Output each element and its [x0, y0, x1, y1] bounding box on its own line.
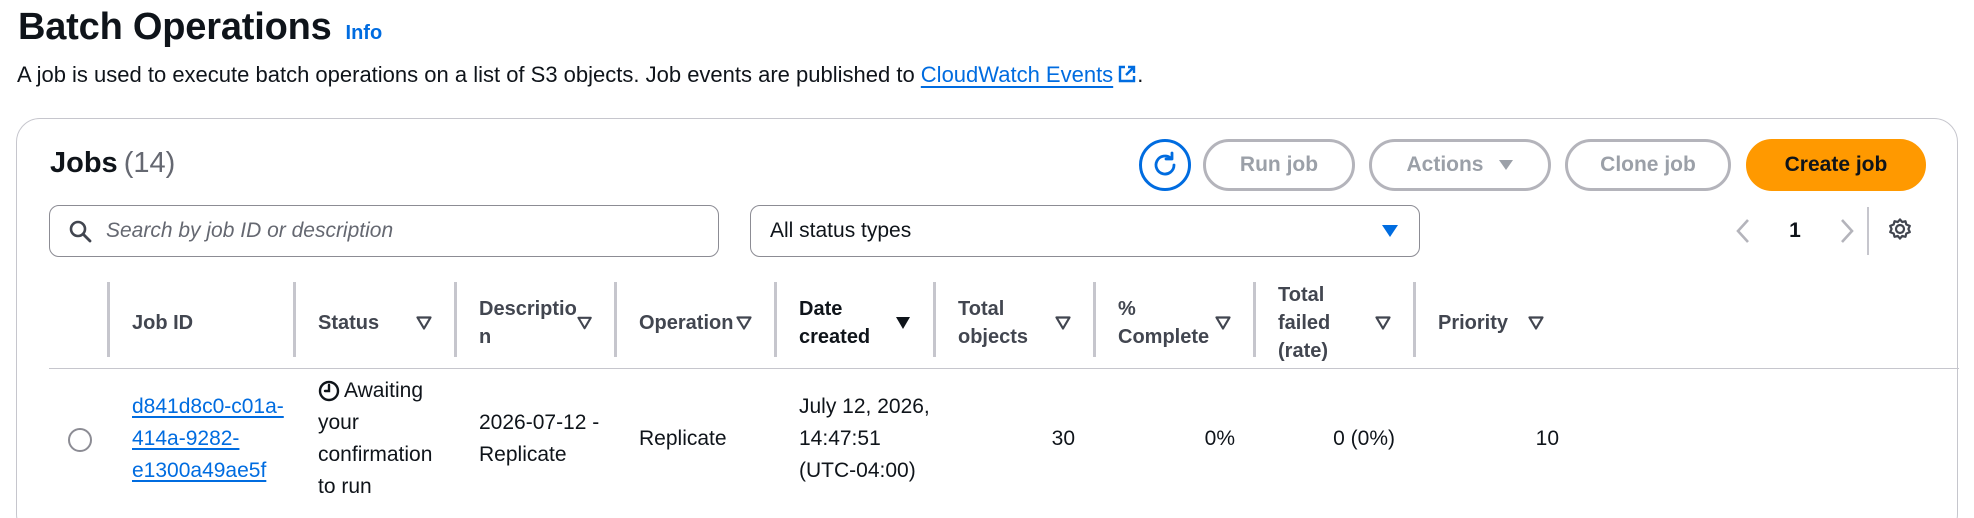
description-text: A job is used to execute batch operation… [17, 62, 921, 87]
caret-down-icon [1498, 160, 1513, 170]
page-title: Batch Operations [18, 6, 332, 48]
column-label: Status [318, 312, 380, 334]
table-row: d841d8c0-c01a- 414a-9282- e1300a49ae5f A… [49, 369, 1959, 509]
sort-icon [1528, 316, 1544, 330]
jobs-container: Jobs (14) Run job Actions Clone job Creat… [16, 118, 1959, 518]
search-placeholder: Search by job ID or description [106, 219, 394, 242]
clone-job-button[interactable]: Clone job [1565, 139, 1731, 191]
column-label: Total failed (rate) [1278, 284, 1331, 362]
refresh-icon [1154, 151, 1176, 176]
refresh-button[interactable] [1139, 139, 1191, 191]
run-job-button[interactable]: Run job [1203, 139, 1355, 191]
sort-icon [1055, 316, 1071, 330]
column-header-total-failed[interactable]: Total failed (rate) [1253, 277, 1413, 369]
date-created-value: July 12, 2026, 14:47:51 (UTC-04:00) [799, 395, 930, 482]
clock-icon [318, 380, 340, 402]
search-input[interactable]: Search by job ID or description [49, 205, 719, 257]
gear-icon[interactable] [1885, 214, 1915, 244]
table-header: Job ID Status Descriptio n Operation Dat… [49, 277, 1959, 369]
sort-icon [577, 316, 592, 330]
chevron-left-icon[interactable] [1735, 218, 1751, 244]
column-label: Priority [1438, 312, 1509, 334]
row-select-radio[interactable] [68, 428, 92, 452]
column-label: Descriptio n [479, 298, 577, 348]
sort-icon [1215, 316, 1231, 330]
pagination: 1 [1735, 211, 1855, 251]
total-objects-value: 30 [1051, 427, 1075, 450]
sort-icon [1375, 316, 1391, 330]
actions-button-label: Actions [1406, 153, 1484, 176]
actions-button[interactable]: Actions [1369, 139, 1551, 191]
job-id-link[interactable]: d841d8c0-c01a- 414a-9282- e1300a49ae5f [132, 391, 284, 487]
column-label: Job ID [132, 312, 194, 334]
sort-icon [736, 316, 752, 330]
column-header-status[interactable]: Status [293, 277, 454, 369]
jobs-table: Job ID Status Descriptio n Operation Dat… [49, 277, 1959, 509]
percent-complete-cell: 0% [1093, 369, 1235, 509]
priority-cell: 10 [1413, 369, 1559, 509]
sort-descending-icon [896, 317, 910, 329]
column-header-priority[interactable]: Priority [1413, 277, 1566, 369]
jobs-heading: Jobs (14) [50, 147, 175, 180]
column-header-job-id[interactable]: Job ID [107, 277, 293, 369]
pagination-divider [1867, 207, 1869, 255]
status-cell: Awaiting your confirmation to run [318, 369, 448, 509]
job-id-cell: d841d8c0-c01a- 414a-9282- e1300a49ae5f [132, 369, 292, 509]
cloudwatch-events-link[interactable]: CloudWatch Events [921, 62, 1137, 87]
jobs-count: (14) [123, 147, 176, 179]
description-period: . [1137, 62, 1144, 87]
priority-value: 10 [1535, 427, 1559, 450]
column-label: Total objects [958, 298, 1029, 348]
page-header: Batch Operations Info [18, 6, 382, 49]
percent-complete-value: 0% [1204, 427, 1235, 450]
sort-icon [416, 316, 432, 330]
total-failed-cell: 0 (0%) [1253, 369, 1395, 509]
current-page-number[interactable]: 1 [1789, 219, 1801, 243]
page-description: A job is used to execute batch operation… [17, 62, 1143, 88]
date-created-cell: July 12, 2026, 14:47:51 (UTC-04:00) [799, 369, 949, 509]
status-filter-value: All status types [770, 219, 912, 242]
jobs-title: Jobs [50, 147, 118, 179]
create-job-button[interactable]: Create job [1746, 139, 1926, 191]
info-link[interactable]: Info [346, 22, 383, 45]
chevron-right-icon[interactable] [1839, 218, 1855, 244]
column-header-total-objects[interactable]: Total objects [933, 277, 1093, 369]
column-header-date-created[interactable]: Date created [774, 277, 933, 369]
operation-cell: Replicate [639, 369, 779, 509]
column-header-description[interactable]: Descriptio n [454, 277, 614, 369]
operation-value: Replicate [639, 427, 727, 450]
column-label: Operation [639, 312, 734, 334]
status-value: Awaiting your confirmation to run [318, 375, 432, 503]
description-cell: 2026-07-12 - Replicate [479, 369, 619, 509]
description-value: 2026-07-12 - Replicate [479, 411, 600, 466]
column-header-operation[interactable]: Operation [614, 277, 774, 369]
column-header-percent-complete[interactable]: % Complete [1093, 277, 1253, 369]
column-label: % Complete [1118, 298, 1210, 348]
status-filter-select[interactable]: All status types [750, 205, 1420, 257]
cloudwatch-events-link-label: CloudWatch Events [920, 62, 1114, 87]
external-link-icon [1118, 65, 1136, 83]
column-label: Date created [799, 298, 871, 348]
total-failed-value: 0 (0%) [1333, 427, 1395, 450]
search-icon [69, 220, 92, 243]
caret-down-icon [1382, 225, 1398, 237]
total-objects-cell: 30 [933, 369, 1075, 509]
